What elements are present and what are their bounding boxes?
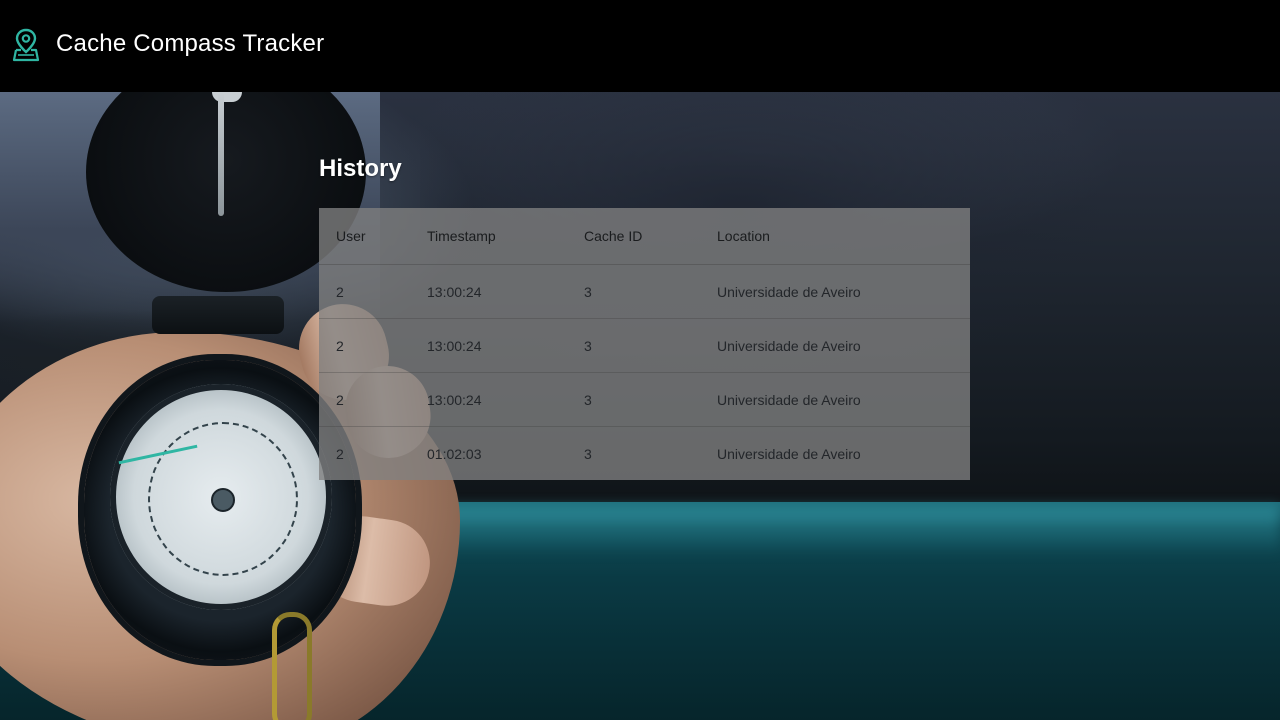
app-title: Cache Compass Tracker bbox=[56, 30, 325, 57]
history-table-card: User Timestamp Cache ID Location 2 13:00… bbox=[319, 208, 970, 480]
table-row[interactable]: 2 13:00:24 3 Universidade de Aveiro bbox=[319, 318, 970, 373]
cell-cache-id: 3 bbox=[584, 372, 717, 427]
cell-timestamp: 01:02:03 bbox=[427, 445, 482, 462]
cell-timestamp: 13:00:24 bbox=[427, 372, 584, 427]
cell-location: Universidade de Aveiro bbox=[717, 264, 970, 319]
cell-user: 2 bbox=[319, 372, 427, 427]
column-header-user[interactable]: User bbox=[319, 208, 427, 265]
table-row[interactable]: 2 01:02:03 3 Universidade de Aveiro bbox=[319, 427, 970, 481]
cell-user: 2 bbox=[336, 445, 344, 462]
compass-pivot bbox=[211, 488, 235, 512]
table-header-row: User Timestamp Cache ID Location bbox=[319, 208, 970, 265]
cell-cache-id: 3 bbox=[584, 445, 592, 462]
table-row[interactable]: 2 13:00:24 3 Universidade de Aveiro bbox=[319, 372, 970, 427]
cell-timestamp: 13:00:24 bbox=[427, 318, 584, 373]
lake-highlight bbox=[380, 506, 1280, 552]
app-bar: Cache Compass Tracker bbox=[0, 0, 1280, 92]
map-pin-icon[interactable] bbox=[12, 28, 40, 62]
cell-user: 2 bbox=[319, 318, 427, 373]
column-header-location[interactable]: Location bbox=[717, 208, 970, 265]
cell-location: Universidade de Aveiro bbox=[717, 372, 970, 427]
compass-lanyard-ring bbox=[272, 612, 312, 720]
history-table: User Timestamp Cache ID Location 2 13:00… bbox=[319, 208, 970, 480]
cell-timestamp: 13:00:24 bbox=[427, 264, 584, 319]
page-title: History bbox=[319, 155, 402, 182]
cell-location: Universidade de Aveiro bbox=[717, 318, 970, 373]
cell-location: Universidade de Aveiro bbox=[717, 445, 861, 462]
column-header-cache-id[interactable]: Cache ID bbox=[584, 208, 717, 265]
column-header-timestamp[interactable]: Timestamp bbox=[427, 208, 584, 265]
compass-hinge bbox=[152, 296, 284, 334]
compass-sight-line bbox=[218, 92, 224, 216]
cell-cache-id: 3 bbox=[584, 264, 717, 319]
cell-cache-id: 3 bbox=[584, 318, 717, 373]
cell-user: 2 bbox=[319, 264, 427, 319]
table-row[interactable]: 2 13:00:24 3 Universidade de Aveiro bbox=[319, 264, 970, 319]
